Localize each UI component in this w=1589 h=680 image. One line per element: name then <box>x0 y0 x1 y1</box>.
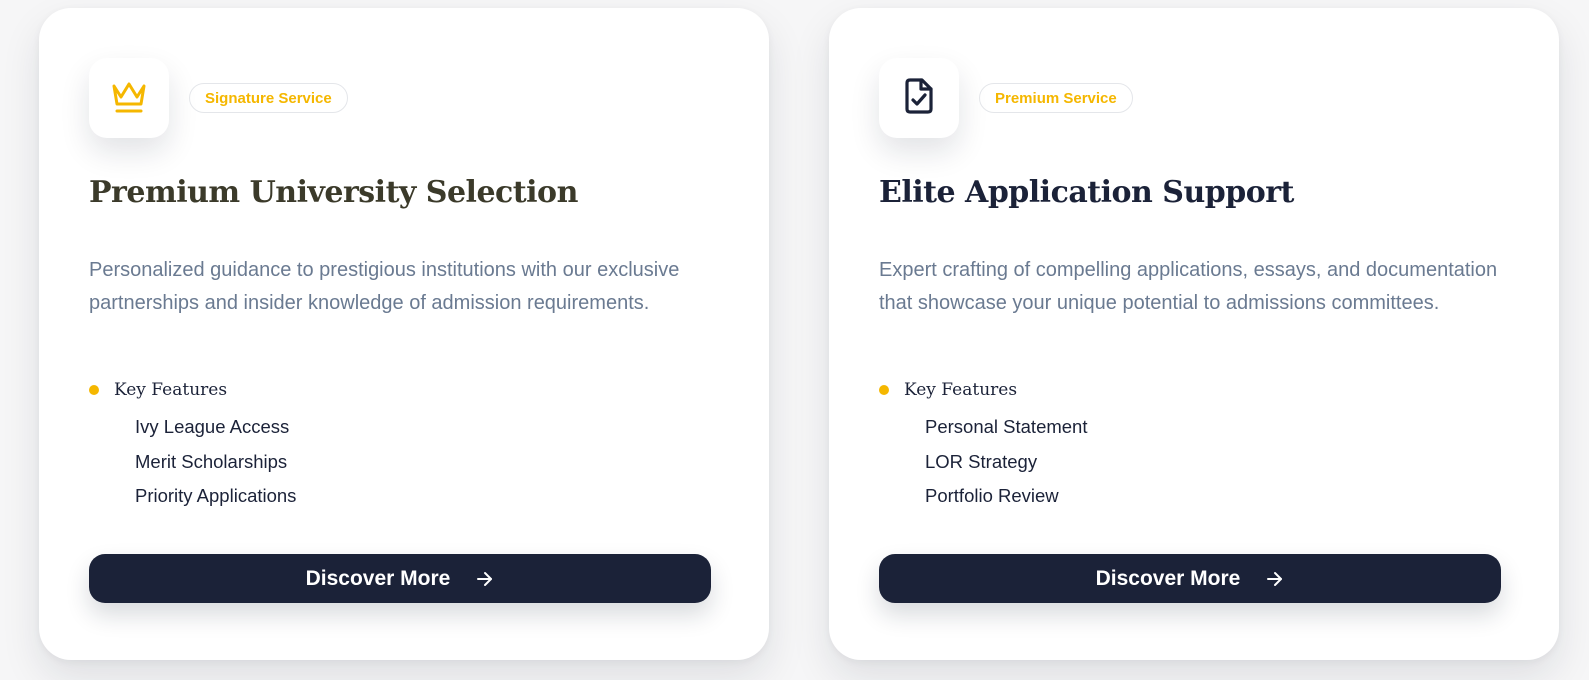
discover-more-button[interactable]: Discover More <box>89 554 711 603</box>
features-label: Key Features <box>114 380 228 400</box>
service-card-application-support: Premium Service Elite Application Suppor… <box>829 8 1559 660</box>
document-check-icon <box>899 76 939 121</box>
feature-item: Personal Statement <box>925 416 1088 437</box>
features-header: Key Features <box>879 380 1017 400</box>
service-icon-tile <box>89 58 169 138</box>
feature-item: Priority Applications <box>135 485 297 506</box>
service-icon-tile <box>879 58 959 138</box>
bullet-dot-icon <box>879 385 889 395</box>
arrow-right-icon <box>476 570 494 588</box>
discover-more-button[interactable]: Discover More <box>879 554 1501 603</box>
discover-more-label: Discover More <box>305 566 451 590</box>
service-title: Premium University Selection <box>89 175 578 210</box>
feature-item: Merit Scholarships <box>135 450 288 472</box>
bullet-dot-icon <box>89 385 99 395</box>
features-list: Personal Statement LOR Strategy Portfoli… <box>925 410 1087 514</box>
crown-icon <box>109 76 149 121</box>
feature-item: LOR Strategy <box>925 450 1038 472</box>
service-title: Elite Application Support <box>879 175 1294 210</box>
features-list: Ivy League Access Merit Scholarships Pri… <box>135 410 296 514</box>
service-card-university-selection: Signature Service Premium University Sel… <box>39 8 769 660</box>
feature-item: Portfolio Review <box>925 485 1059 506</box>
features-header: Key Features <box>89 380 227 400</box>
arrow-right-icon <box>1266 570 1284 588</box>
services-section: Signature Service Premium University Sel… <box>0 0 1589 680</box>
discover-more-label: Discover More <box>1095 566 1241 590</box>
feature-item: Ivy League Access <box>135 416 290 437</box>
service-description: Personalized guidance to prestigious ins… <box>89 259 680 314</box>
service-badge: Signature Service <box>189 83 348 113</box>
service-description: Expert crafting of compelling applicatio… <box>879 259 1498 314</box>
features-label: Key Features <box>904 380 1018 400</box>
service-badge: Premium Service <box>979 83 1133 113</box>
